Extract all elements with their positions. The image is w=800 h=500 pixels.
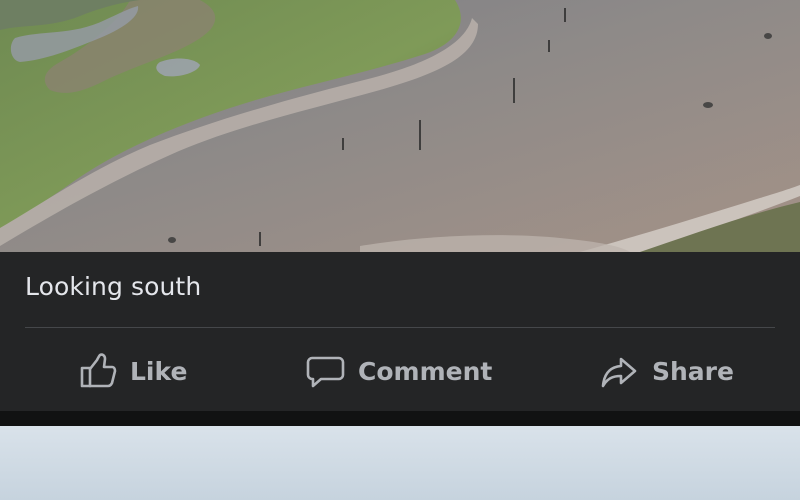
- comment-button[interactable]: Comment: [305, 338, 492, 404]
- thumbs-up-icon: [77, 351, 117, 391]
- feed-separator: [0, 411, 800, 426]
- like-button[interactable]: Like: [77, 338, 187, 404]
- post-photo[interactable]: [0, 0, 800, 252]
- speech-bubble-icon: [305, 351, 345, 391]
- post-actions: Like Comment Share: [0, 338, 800, 404]
- share-button[interactable]: Share: [599, 338, 734, 404]
- share-arrow-icon: [599, 351, 639, 391]
- share-label: Share: [652, 356, 734, 386]
- marsh-aerial-image: [0, 0, 800, 252]
- like-label: Like: [130, 356, 188, 386]
- feed-post: Looking south Like Comment Share: [0, 0, 800, 411]
- divider: [25, 327, 775, 328]
- comment-label: Comment: [358, 356, 493, 386]
- next-post-preview[interactable]: [0, 426, 800, 500]
- post-caption: Looking south: [25, 272, 202, 301]
